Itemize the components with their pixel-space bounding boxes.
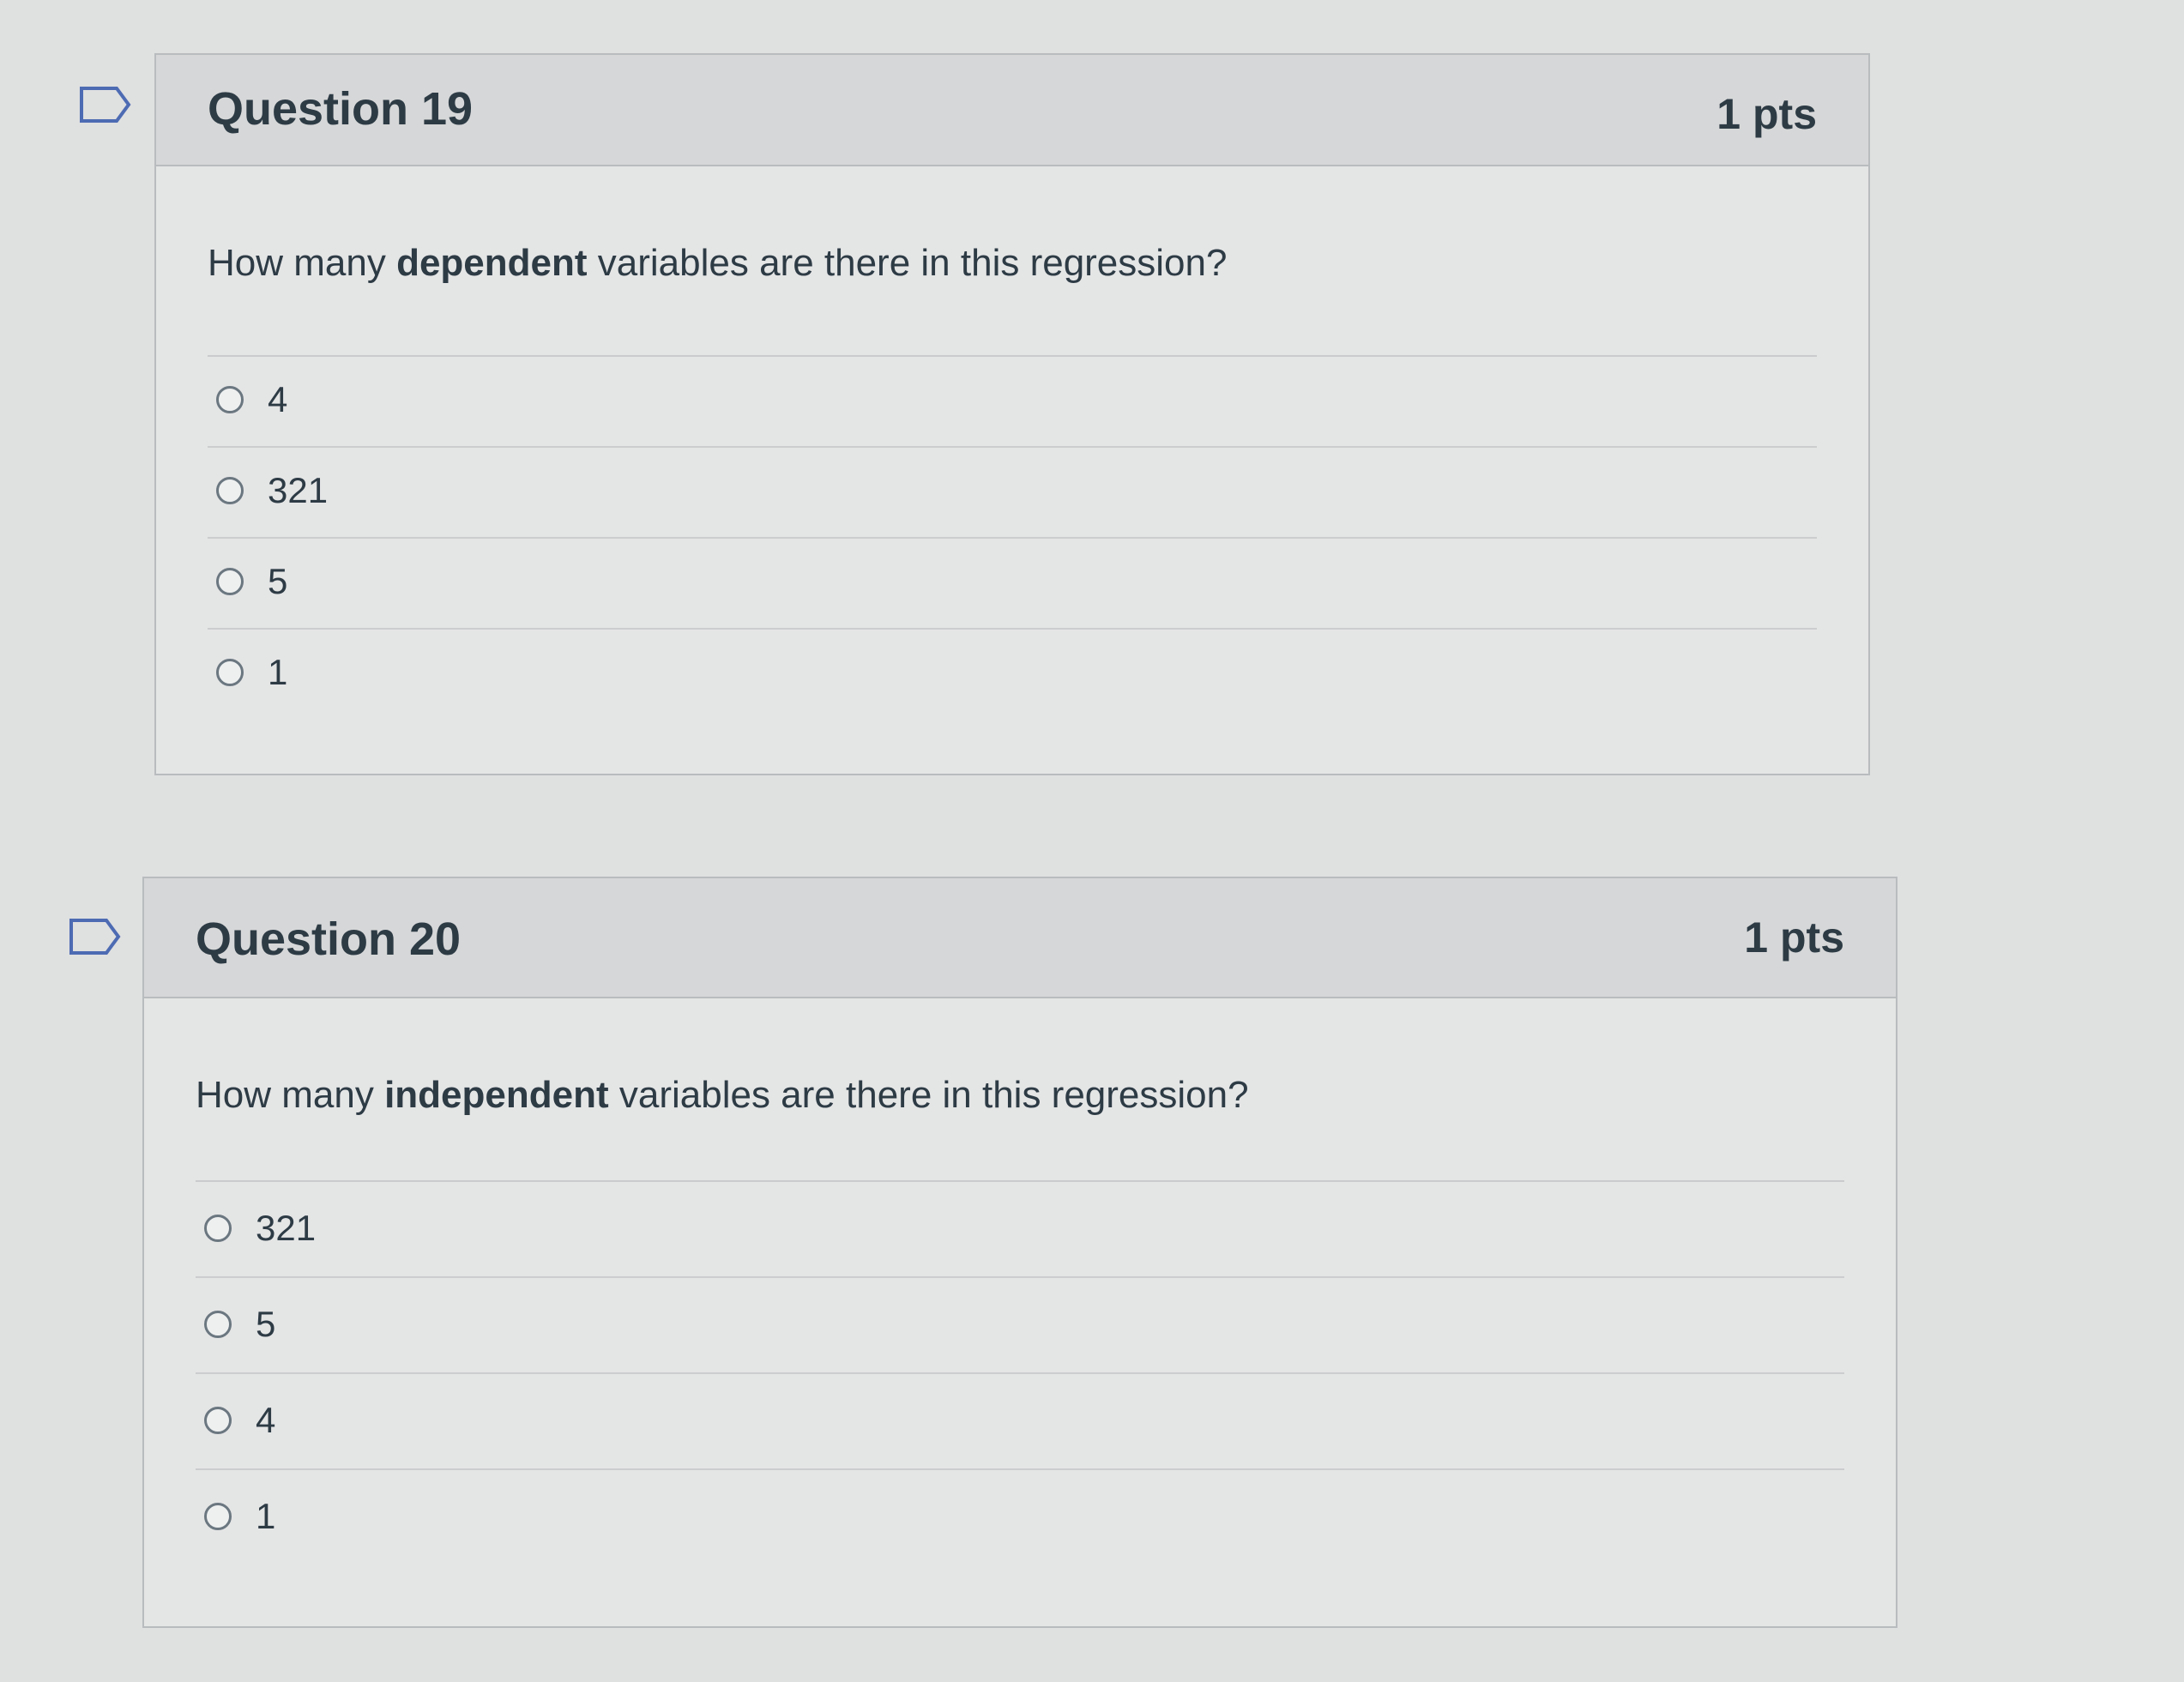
question-title: Question 20 — [196, 913, 462, 965]
question-points: 1 pts — [1716, 90, 1817, 138]
flag-question-icon[interactable] — [69, 918, 121, 955]
answer-option[interactable]: 5 — [208, 539, 1817, 630]
question-card: Question 20 1 pts How many independent v… — [142, 877, 1897, 1628]
answer-option[interactable]: 321 — [208, 448, 1817, 539]
question-card: Question 19 1 pts How many dependent var… — [154, 53, 1870, 775]
radio-unselected-icon[interactable] — [204, 1311, 232, 1338]
answer-option[interactable]: 4 — [208, 357, 1817, 448]
radio-unselected-icon[interactable] — [204, 1503, 232, 1530]
radio-unselected-icon[interactable] — [216, 659, 244, 686]
answer-label: 5 — [268, 561, 288, 601]
answer-label: 321 — [268, 470, 329, 510]
question-header: Question 19 1 pts — [156, 55, 1868, 166]
answer-option[interactable]: 321 — [196, 1182, 1844, 1278]
question-text: How many dependent variables are there i… — [208, 242, 1228, 284]
answer-label: 1 — [256, 1496, 276, 1536]
answer-option[interactable]: 4 — [196, 1374, 1844, 1470]
question-title: Question 19 — [208, 83, 474, 135]
radio-unselected-icon[interactable] — [204, 1407, 232, 1434]
radio-unselected-icon[interactable] — [216, 568, 244, 595]
radio-unselected-icon[interactable] — [204, 1215, 232, 1242]
answer-label: 5 — [256, 1304, 276, 1344]
answer-option[interactable]: 5 — [196, 1278, 1844, 1374]
answer-option[interactable]: 1 — [208, 630, 1817, 720]
radio-unselected-icon[interactable] — [216, 386, 244, 413]
answer-option[interactable]: 1 — [196, 1470, 1844, 1566]
answer-label: 4 — [268, 379, 288, 419]
answer-label: 321 — [256, 1208, 317, 1248]
answer-label: 4 — [256, 1400, 276, 1440]
radio-unselected-icon[interactable] — [216, 477, 244, 504]
answer-label: 1 — [268, 652, 288, 692]
flag-question-icon[interactable] — [79, 86, 131, 123]
question-text: How many independent variables are there… — [196, 1074, 1249, 1116]
question-header: Question 20 1 pts — [144, 878, 1896, 998]
question-points: 1 pts — [1744, 913, 1844, 962]
